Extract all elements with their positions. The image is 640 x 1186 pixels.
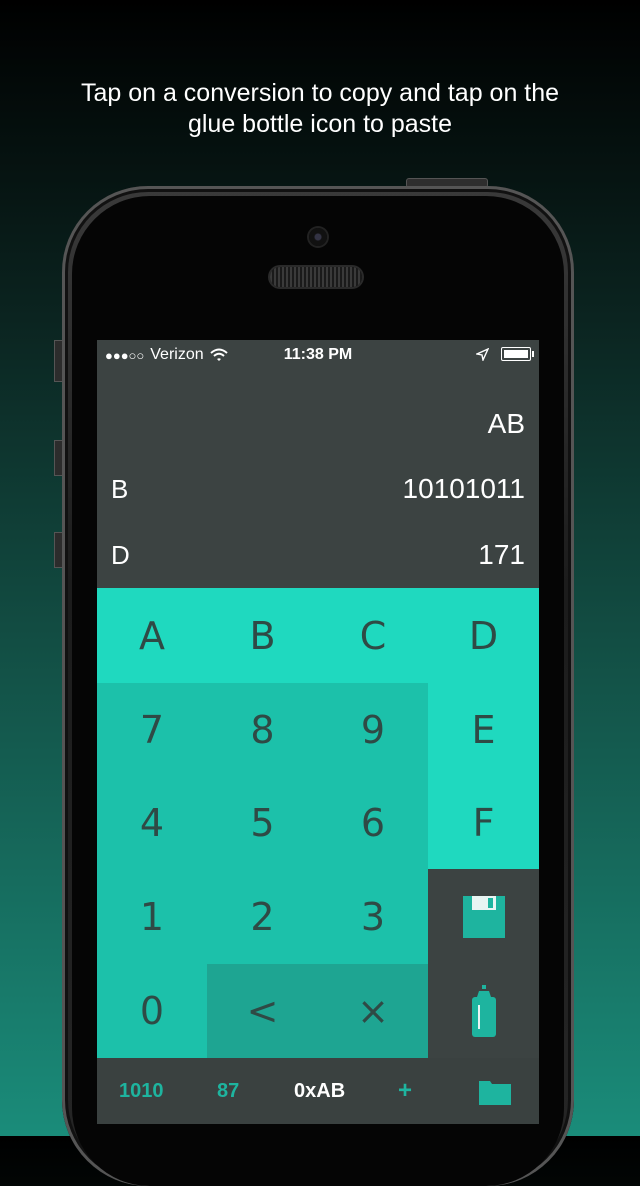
key-3[interactable]: 3 — [318, 869, 428, 964]
key-8[interactable]: 8 — [207, 683, 318, 777]
key-5[interactable]: 5 — [207, 777, 318, 869]
key-0[interactable]: 0 — [97, 964, 207, 1058]
save-button[interactable] — [428, 869, 539, 964]
folder-icon[interactable] — [478, 1078, 512, 1106]
key-c[interactable]: C — [318, 588, 428, 683]
conversion-value: 171 — [478, 539, 525, 570]
status-bar: ●●●○○ Verizon 11:38 PM — [97, 340, 539, 370]
key-2[interactable]: 2 — [207, 869, 318, 964]
key-a[interactable]: A — [97, 588, 207, 683]
tab-binary[interactable]: 1010 — [119, 1080, 164, 1103]
glue-bottle-icon — [471, 985, 496, 1037]
key-e[interactable]: E — [428, 683, 539, 777]
paste-button[interactable] — [428, 964, 539, 1058]
conversion-value: 10101011 — [402, 473, 526, 504]
binary-conversion-row[interactable]: B 10101011 — [111, 469, 525, 509]
key-9[interactable]: 9 — [318, 683, 428, 777]
floppy-save-icon — [462, 895, 505, 938]
key-f[interactable]: F — [428, 777, 539, 869]
key-b[interactable]: B — [207, 588, 318, 683]
caption-line-1: Tap on a conversion to copy and tap on t… — [80, 79, 560, 107]
input-value: AB — [487, 408, 525, 439]
mode-tab-bar: 1010 87 0xAB + — [97, 1058, 539, 1124]
conversion-label: D — [111, 539, 130, 570]
keypad: A B C D 7 8 9 E 4 5 6 F 1 2 3 0 < × — [97, 588, 539, 1058]
conversion-label: B — [111, 473, 129, 504]
key-d[interactable]: D — [428, 588, 539, 683]
status-time: 11:38 PM — [283, 346, 353, 363]
tab-hex[interactable]: 0xAB — [294, 1080, 345, 1103]
backspace-button[interactable]: < — [207, 964, 318, 1058]
conversion-display: AB B 10101011 D 171 — [97, 370, 539, 588]
earpiece-speaker — [270, 267, 362, 287]
tab-octal[interactable]: 87 — [217, 1080, 239, 1103]
front-camera-icon — [309, 228, 327, 246]
battery-icon — [501, 347, 534, 361]
clear-button[interactable]: × — [318, 964, 428, 1058]
key-6[interactable]: 6 — [318, 777, 428, 869]
add-button[interactable]: + — [398, 1077, 412, 1105]
app-screen: ●●●○○ Verizon 11:38 PM AB B 10101011 D 1… — [97, 340, 539, 1124]
location-arrow-icon — [476, 347, 489, 361]
key-1[interactable]: 1 — [97, 869, 207, 964]
key-7[interactable]: 7 — [97, 683, 207, 777]
key-4[interactable]: 4 — [97, 777, 207, 869]
decimal-conversion-row[interactable]: D 171 — [111, 535, 525, 575]
caption-line-2: glue bottle icon to paste — [187, 110, 453, 138]
instruction-caption: Tap on a conversion to copy and tap on t… — [0, 78, 640, 140]
input-row[interactable]: AB — [111, 404, 525, 444]
